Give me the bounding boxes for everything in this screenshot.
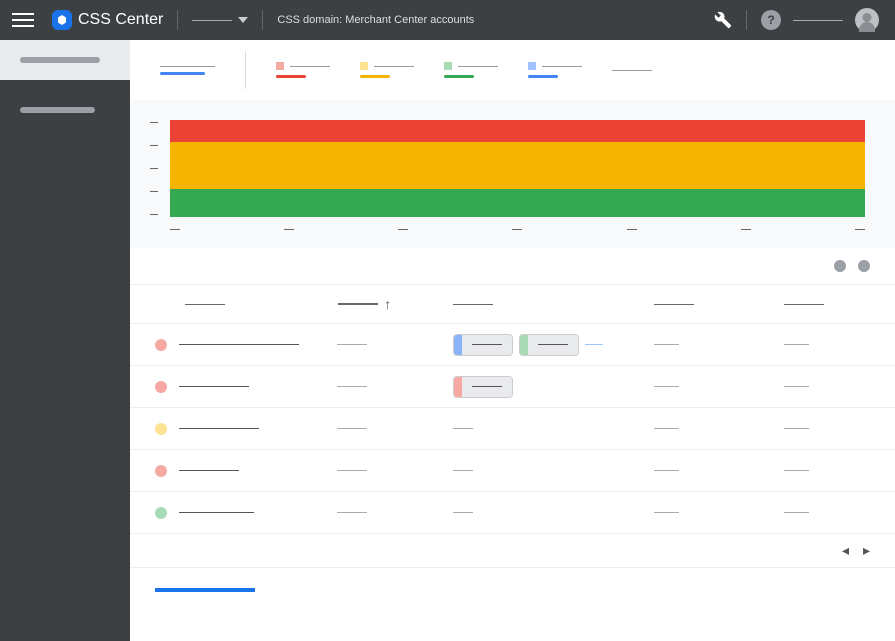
chart-actions [130, 248, 895, 284]
tools-icon[interactable] [714, 11, 732, 29]
page-prev-icon[interactable]: ◂ [842, 542, 849, 559]
avatar[interactable] [855, 8, 879, 32]
chart-bar-red [170, 120, 865, 142]
chip-more[interactable] [585, 344, 603, 345]
menu-icon[interactable] [12, 9, 34, 31]
row-value [337, 344, 367, 345]
status-dot-icon [155, 465, 167, 477]
action-dot-1[interactable] [834, 260, 846, 272]
action-dot-2[interactable] [858, 260, 870, 272]
row-value [784, 470, 809, 471]
row-value [453, 428, 473, 429]
chip[interactable] [519, 334, 579, 356]
filter-tabs [130, 40, 895, 100]
th-col1[interactable] [155, 304, 338, 305]
status-dot-icon [155, 381, 167, 393]
row-value [453, 470, 473, 471]
tab-all[interactable] [160, 66, 215, 75]
app-header: CSS Center CSS domain: Merchant Center a… [0, 0, 895, 40]
row-name [179, 470, 239, 471]
row-value [337, 470, 367, 471]
footer-link[interactable] [155, 588, 255, 592]
tab-extra[interactable] [612, 70, 652, 71]
row-value [654, 470, 679, 471]
row-name [179, 428, 259, 429]
table-header: ↑ [130, 284, 895, 324]
row-name [179, 512, 254, 513]
tab-blue[interactable] [528, 62, 582, 78]
row-value [654, 428, 679, 429]
divider [746, 10, 747, 30]
chip[interactable] [453, 334, 513, 356]
app-title: CSS Center [78, 11, 163, 29]
row-value [654, 386, 679, 387]
sidebar-item[interactable] [0, 90, 130, 130]
table-row[interactable] [130, 408, 895, 450]
th-col5[interactable] [784, 304, 870, 305]
status-dot-icon [155, 507, 167, 519]
divider [177, 10, 178, 30]
chevron-down-icon [238, 17, 248, 23]
th-col3[interactable] [453, 304, 654, 305]
divider [262, 10, 263, 30]
page-next-icon[interactable]: ▸ [863, 542, 870, 559]
table-row[interactable] [130, 366, 895, 408]
th-col4[interactable] [654, 304, 783, 305]
row-value [453, 512, 473, 513]
chip[interactable] [453, 376, 513, 398]
sort-asc-icon: ↑ [384, 296, 391, 312]
status-dot-icon [155, 423, 167, 435]
status-dot-icon [155, 339, 167, 351]
table-row[interactable] [130, 324, 895, 366]
chart-container [130, 100, 895, 248]
help-icon[interactable]: ? [761, 10, 781, 30]
chart-bar-yellow [170, 142, 865, 189]
row-name [179, 386, 249, 387]
pagination: ◂ ▸ [130, 534, 895, 567]
sidebar-item-active[interactable] [0, 40, 130, 80]
footer [130, 567, 895, 612]
row-value [337, 428, 367, 429]
divider [245, 51, 246, 89]
row-value [784, 512, 809, 513]
row-value [784, 344, 809, 345]
row-value [784, 428, 809, 429]
tab-green[interactable] [444, 62, 498, 78]
tab-yellow[interactable] [360, 62, 414, 78]
table-body [130, 324, 895, 534]
row-value [337, 386, 367, 387]
user-label-placeholder [793, 20, 843, 21]
table-row[interactable] [130, 492, 895, 534]
th-col2-sorted[interactable]: ↑ [338, 296, 453, 312]
chart-y-axis [150, 120, 158, 215]
app-logo-icon [52, 10, 72, 30]
row-name [179, 344, 299, 345]
table-row[interactable] [130, 450, 895, 492]
row-value [784, 386, 809, 387]
row-value [654, 344, 679, 345]
row-value [337, 512, 367, 513]
chart-bars [170, 120, 865, 217]
domain-label: CSS domain: Merchant Center accounts [277, 14, 474, 26]
tab-red[interactable] [276, 62, 330, 78]
chart-bar-green [170, 189, 865, 217]
sidebar [0, 40, 130, 641]
main-content: ↑ ◂ ▸ [130, 40, 895, 641]
row-value [654, 512, 679, 513]
header-right: ? [714, 8, 883, 32]
account-dropdown[interactable] [192, 17, 248, 23]
chart-x-axis [170, 217, 865, 248]
